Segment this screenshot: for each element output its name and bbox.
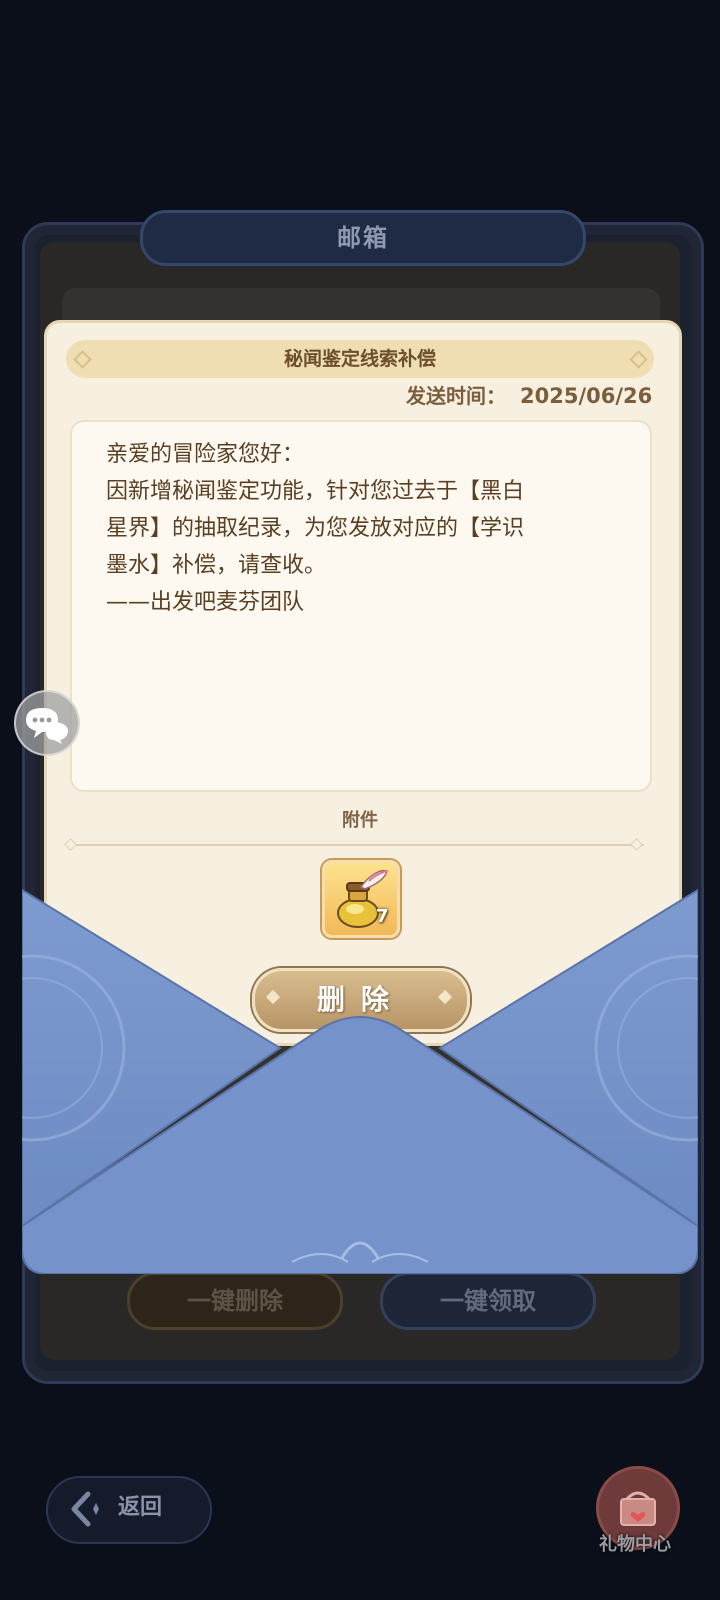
send-time-label: 发送时间： — [406, 384, 506, 408]
attachments-label: 附件 — [342, 810, 378, 831]
back-label[interactable]: 返回 — [118, 1488, 162, 1528]
bulk-delete-button[interactable]: 一键删除 — [127, 1272, 343, 1330]
mailbox-title: 邮箱 — [337, 224, 389, 252]
mail-body-line: 墨水】补偿，请查收。 — [106, 553, 327, 578]
chat-button[interactable] — [14, 690, 80, 756]
mail-body-line: ——出发吧麦芬团队 — [106, 590, 305, 615]
mail-body-line: 因新增秘闻鉴定功能，针对您过去于【黑白 — [106, 479, 525, 504]
send-time-value: 2025/06/26 — [520, 384, 653, 408]
attachments-divider — [76, 844, 644, 846]
mail-body-line: 亲爱的冒险家您好： — [106, 442, 305, 467]
back-arrow-icon — [71, 1491, 99, 1527]
envelope — [22, 888, 698, 1274]
bulk-claim-button[interactable]: 一键领取 — [380, 1272, 596, 1330]
gift-center-label[interactable]: 礼物中心 — [585, 1530, 685, 1556]
chat-bubble-icon — [26, 708, 68, 744]
mail-body-line: 星界】的抽取纪录，为您发放对应的【学识 — [106, 516, 525, 541]
mail-body: 亲爱的冒险家您好： 因新增秘闻鉴定功能，针对您过去于【黑白 星界】的抽取纪录，为… — [106, 436, 606, 621]
mail-title: 秘闻鉴定线索补偿 — [283, 348, 436, 370]
